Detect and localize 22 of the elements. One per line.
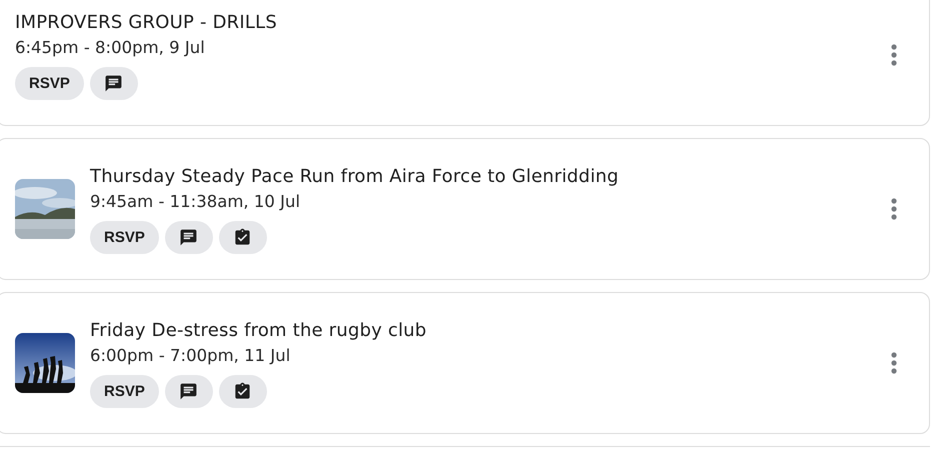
more-vertical-icon — [891, 198, 897, 220]
rsvp-button[interactable]: RSVP — [90, 374, 159, 408]
event-title: Friday De-stress from the rugby club — [90, 318, 428, 342]
clipboard-check-icon — [233, 228, 252, 246]
comment-button[interactable] — [90, 66, 138, 100]
event-time: 6:00pm - 7:00pm, 11 Jul — [90, 344, 292, 366]
comment-icon — [179, 228, 198, 246]
event-title: Thursday Steady Pace Run from Aira Force to Glenridding — [90, 164, 620, 188]
event-time: 9:45am - 11:38am, 10 Jul — [90, 190, 302, 212]
more-vertical-icon — [891, 44, 897, 66]
checklist-button[interactable] — [218, 374, 267, 408]
rsvp-button[interactable]: RSVP — [90, 220, 159, 254]
comment-icon — [104, 74, 124, 92]
checklist-button[interactable] — [218, 220, 267, 254]
event-title: IMPROVERS GROUP - DRILLS — [15, 10, 278, 34]
comment-button[interactable] — [164, 220, 213, 254]
comment-icon — [179, 382, 198, 400]
more-vertical-icon — [891, 352, 897, 374]
event-time: 6:45pm - 8:00pm, 9 Jul — [15, 36, 206, 58]
clipboard-check-icon — [233, 382, 252, 400]
comment-button[interactable] — [164, 374, 213, 408]
rsvp-button[interactable]: RSVP — [15, 66, 84, 100]
